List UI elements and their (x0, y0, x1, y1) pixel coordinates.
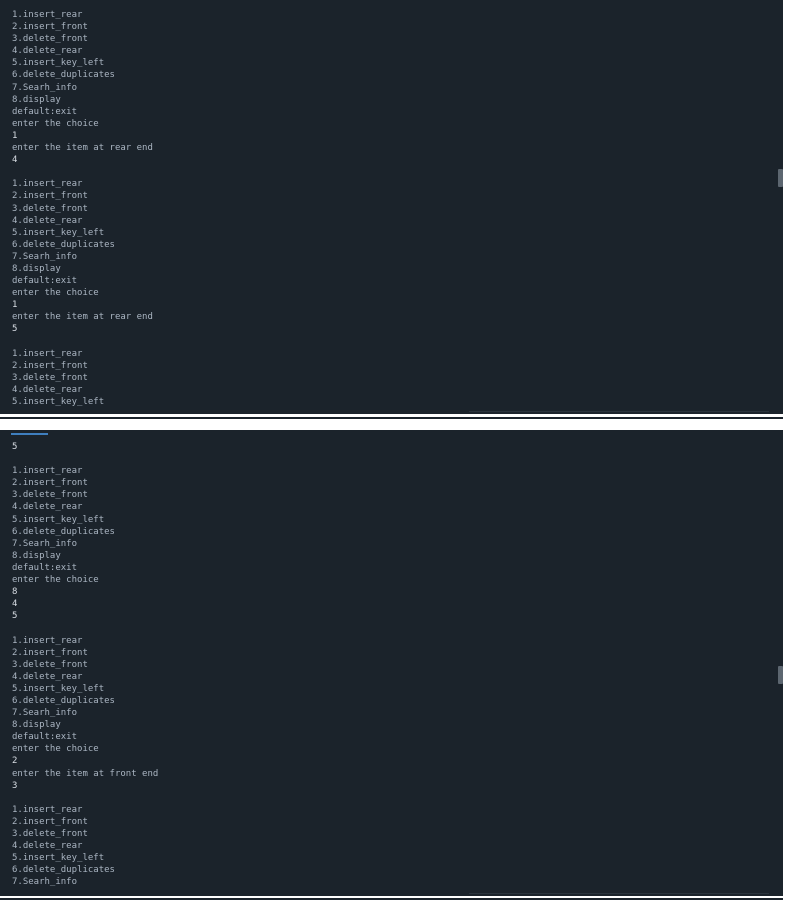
blank-line (12, 336, 153, 348)
terminal-line: 4.delete_rear (12, 841, 83, 852)
terminal-line: 6.delete_duplicates (12, 239, 115, 250)
terminal-line: 5.insert_key_left (12, 58, 105, 69)
terminal-line: 4 (12, 599, 18, 610)
terminal-line: 1.insert_rear (12, 804, 83, 815)
terminal-line: 4.delete_rear (12, 215, 83, 226)
terminal-line: 3.delete_front (12, 829, 88, 839)
terminal-line: 7.Searh_info (12, 538, 78, 549)
terminal-line: 1 (12, 130, 18, 141)
panel-separator-line (0, 417, 783, 419)
terminal-line: enter the choice (12, 744, 99, 755)
terminal-line: 2.insert_front (12, 816, 88, 827)
terminal-line: 2.insert_front (12, 647, 88, 658)
terminal-line: 8.display (12, 263, 61, 274)
terminal-line: 4.delete_rear (12, 46, 83, 57)
terminal-line: 2 (12, 756, 18, 767)
terminal-line: 4.delete_rear (12, 384, 83, 395)
terminal-line: enter the choice (12, 118, 99, 129)
terminal-line: 3.delete_front (12, 372, 88, 383)
terminal-line: 7.Searh_info (12, 708, 78, 719)
terminal-line: 1.insert_rear (12, 466, 83, 477)
terminal-line: 5.insert_key_left (12, 683, 105, 694)
terminal-output-bottom: 5 1.insert_rear 2.insert_front 3.delete_fro… (0, 430, 783, 896)
terminal-line: enter the item at rear end (12, 143, 153, 154)
terminal-line: 8.display (12, 720, 61, 731)
terminal-output-top: 1.insert_rear 2.insert_front 3.delete_fron… (0, 0, 783, 414)
terminal-line: 6.delete_duplicates (12, 70, 115, 81)
terminal-line: enter the item at rear end (12, 312, 153, 323)
terminal-lines-bottom: 5 1.insert_rear 2.insert_front 3.delete_fro… (12, 441, 158, 888)
terminal-line: 3.delete_front (12, 203, 88, 214)
terminal-line: 6.delete_duplicates (12, 695, 115, 706)
terminal-line: 3 (12, 780, 18, 791)
terminal-line: 8 (12, 587, 18, 598)
terminal-line: default:exit (12, 732, 78, 743)
terminal-line: 2.insert_front (12, 478, 88, 489)
terminal-line: 8.display (12, 550, 61, 561)
terminal-line: 6.delete_duplicates (12, 526, 115, 537)
terminal-line: 4.delete_rear (12, 502, 83, 513)
terminal-line: enter the choice (12, 288, 99, 299)
terminal-line: 8.display (12, 94, 61, 105)
terminal-line: 2.insert_front (12, 191, 88, 202)
terminal-line: 5.insert_key_left (12, 397, 105, 407)
terminal-line: 4 (12, 155, 18, 166)
terminal-line: 5.insert_key_left (12, 227, 105, 238)
terminal-line: 3.delete_front (12, 34, 88, 45)
status-divider (469, 893, 769, 894)
scrollbar-thumb[interactable] (778, 666, 783, 684)
status-divider (469, 411, 769, 412)
terminal-lines-top: 1.insert_rear 2.insert_front 3.delete_fron… (12, 9, 153, 408)
terminal-line: 5 (12, 442, 18, 452)
terminal-line: enter the item at front end (12, 768, 159, 779)
scrollbar-thumb[interactable] (778, 169, 783, 187)
terminal-line: 7.Searh_info (12, 877, 78, 888)
terminal-line: 1 (12, 300, 18, 311)
terminal-line: 6.delete_duplicates (12, 865, 115, 876)
terminal-line: 1.insert_rear (12, 635, 83, 646)
blank-line (12, 166, 153, 178)
blank-line (12, 622, 158, 634)
terminal-line: 4.delete_rear (12, 671, 83, 682)
terminal-line: 1.insert_rear (12, 179, 83, 190)
blank-line (12, 453, 158, 465)
terminal-line: 3.delete_front (12, 659, 88, 670)
terminal-line: 1.insert_rear (12, 10, 83, 20)
blank-line (12, 792, 158, 804)
terminal-line: default:exit (12, 276, 78, 287)
terminal-line: enter the choice (12, 575, 99, 586)
terminal-line: default:exit (12, 106, 78, 117)
terminal-line: 7.Searh_info (12, 251, 78, 262)
terminal-line: 7.Searh_info (12, 82, 78, 93)
terminal-line: 3.delete_front (12, 490, 88, 501)
terminal-line: 2.insert_front (12, 22, 88, 33)
terminal-line: 5.insert_key_left (12, 853, 105, 864)
terminal-line: 5 (12, 324, 18, 335)
active-tab-indicator[interactable] (11, 433, 48, 435)
terminal-line: 2.insert_front (12, 360, 88, 371)
terminal-line: 5 (12, 611, 18, 622)
terminal-line: 1.insert_rear (12, 348, 83, 359)
terminal-line: 5.insert_key_left (12, 514, 105, 525)
terminal-line: default:exit (12, 562, 78, 573)
